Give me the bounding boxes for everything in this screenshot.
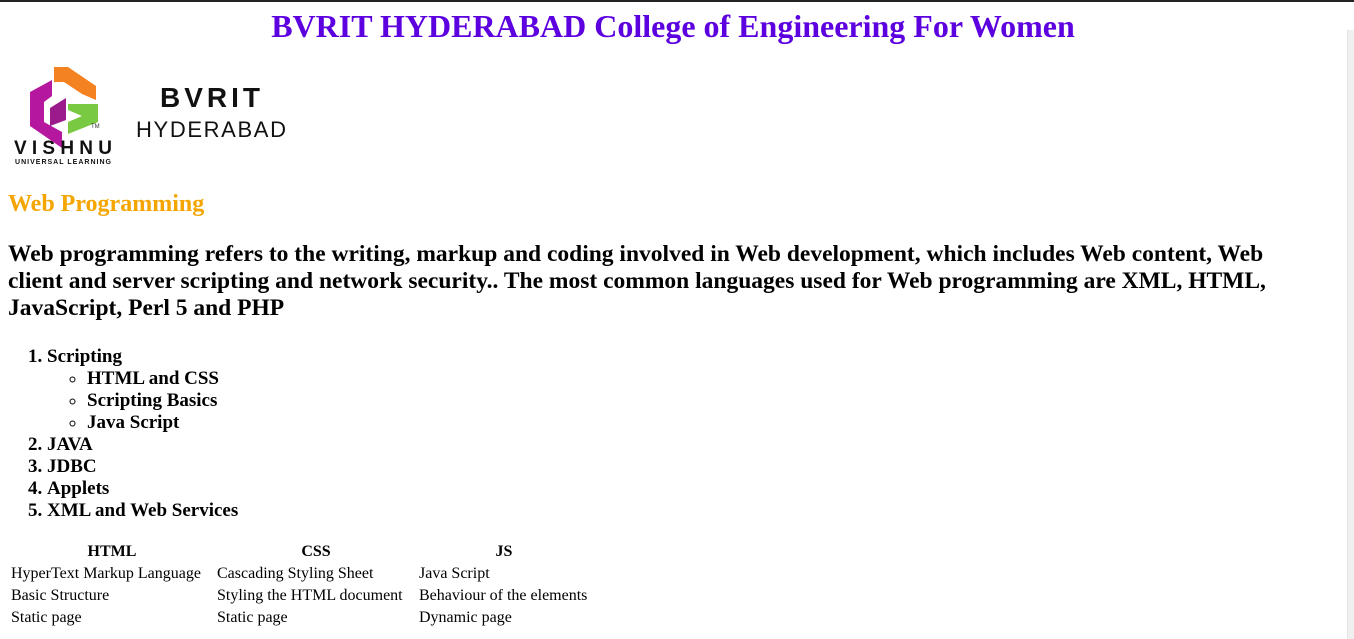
table-row: Basic Structure Styling the HTML documen… [10, 586, 590, 606]
college-logo: TM VISHNU UNIVERSAL LEARNING BVRIT HYDER… [10, 64, 295, 168]
comparison-table: HTML CSS JS HyperText Markup Language Ca… [8, 540, 592, 630]
logo-orange-segment [54, 67, 96, 100]
page-body: BVRIT HYDERABAD College of Engineering F… [0, 0, 1346, 626]
logo-brand-word: VISHNU [14, 138, 112, 159]
topic-item-java: JAVA [47, 434, 238, 456]
column-header: CSS [301, 543, 331, 560]
column-header: JS [495, 543, 513, 560]
table-cell: HyperText Markup Language [11, 565, 201, 582]
table-cell: Basic Structure [11, 587, 110, 604]
table-cell: Static page [217, 609, 288, 626]
topic-label: Scripting [47, 346, 122, 367]
table-cell: Static page [11, 609, 82, 626]
topics-list: Scripting HTML and CSS Scripting Basics … [8, 346, 238, 522]
logo-brand-tagline: UNIVERSAL LEARNING [15, 159, 112, 166]
vertical-scrollbar[interactable] [1347, 30, 1354, 639]
table-cell: Dynamic page [419, 609, 512, 626]
table-row: HyperText Markup Language Cascading Styl… [10, 564, 590, 584]
page-title: BVRIT HYDERABAD College of Engineering F… [271, 8, 1075, 44]
table-cell: Styling the HTML document [217, 587, 403, 604]
topic-item-scripting: Scripting HTML and CSS Scripting Basics … [47, 346, 238, 434]
table-row: Static page Static page Dynamic page [10, 608, 590, 628]
table-cell: Cascading Styling Sheet [217, 565, 374, 582]
topic-item-applets: Applets [47, 478, 238, 500]
subtopic-item: HTML and CSS [87, 368, 238, 390]
topic-item-xml: XML and Web Services [47, 500, 238, 522]
vishnu-logo-mark: TM VISHNU UNIVERSAL LEARNING BVRIT HYDER… [14, 67, 286, 166]
logo-trademark: TM [91, 124, 100, 130]
logo-center-segment [50, 98, 66, 126]
table-header-row: HTML CSS JS [10, 542, 590, 562]
subject-heading: Web Programming [8, 191, 205, 217]
topic-item-jdbc: JDBC [47, 456, 238, 478]
column-header: HTML [87, 543, 137, 560]
logo-college-city: HYDERABAD [136, 117, 286, 142]
scripting-subtopics: HTML and CSS Scripting Basics Java Scrip… [47, 368, 238, 434]
table-cell: Java Script [419, 565, 490, 582]
table-cell: Behaviour of the elements [419, 587, 588, 604]
subtopic-item: Java Script [87, 412, 238, 434]
logo-college-name: BVRIT [160, 82, 260, 113]
subject-description: Web programming refers to the writing, m… [8, 241, 1266, 321]
subtopic-item: Scripting Basics [87, 390, 238, 412]
